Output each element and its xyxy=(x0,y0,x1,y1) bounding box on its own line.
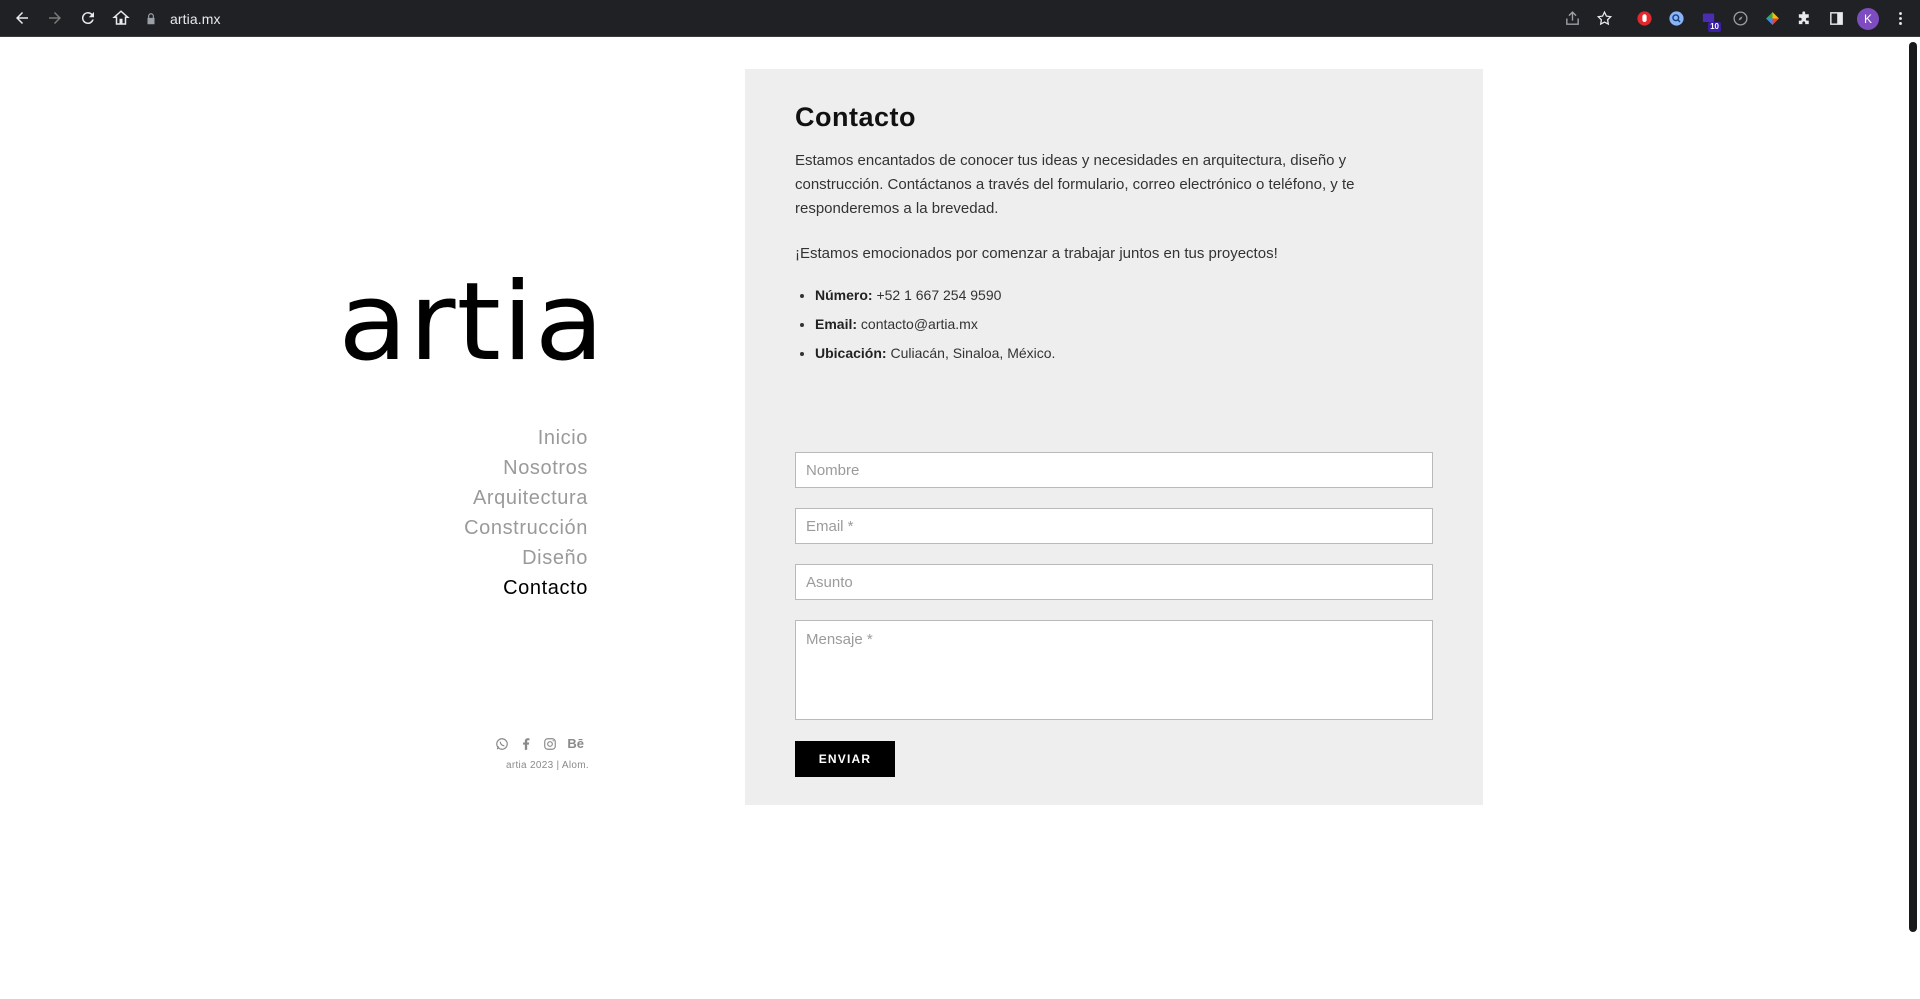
lock-icon xyxy=(147,13,155,25)
color-wheel-icon xyxy=(1765,12,1779,25)
compass-icon xyxy=(1732,11,1748,26)
name-input[interactable] xyxy=(795,452,1433,488)
side-panel-icon xyxy=(1829,12,1843,25)
page-scrollbar[interactable] xyxy=(1906,38,1920,999)
menu-item-construccion[interactable]: Construcción xyxy=(464,513,588,543)
social-links: Bē xyxy=(495,736,584,751)
url-text: artia.mx xyxy=(170,11,221,27)
scrollbar-thumb[interactable] xyxy=(1909,42,1917,932)
contact-email-value: contacto@artia.mx xyxy=(860,316,978,332)
puzzle-icon xyxy=(1798,11,1809,25)
main-menu: Inicio Nosotros Arquitectura Construcció… xyxy=(464,423,588,603)
reload-button[interactable] xyxy=(72,2,104,34)
page-title: Contacto xyxy=(795,102,916,132)
message-textarea[interactable] xyxy=(795,620,1433,720)
profile-button[interactable]: K xyxy=(1852,3,1884,35)
email-input[interactable] xyxy=(795,508,1433,544)
bookmark-button[interactable] xyxy=(1588,3,1620,35)
contact-panel: Contacto Estamos encantados de conocer t… xyxy=(745,69,1483,805)
contact-phone-value: +52 1 667 254 9590 xyxy=(876,287,1002,303)
extension-counter[interactable]: 10 xyxy=(1692,3,1724,35)
contact-location-value: Culiacán, Sinaloa, México. xyxy=(890,345,1056,361)
extension-adblock[interactable] xyxy=(1628,3,1660,35)
extension-color-picker[interactable] xyxy=(1756,3,1788,35)
extension-badge: 10 xyxy=(1708,21,1721,32)
menu-item-nosotros[interactable]: Nosotros xyxy=(464,453,588,483)
submit-button[interactable]: ENVIAR xyxy=(795,741,895,777)
browser-toolbar: artia.mx 10 K xyxy=(0,0,1920,37)
facebook-icon[interactable] xyxy=(519,737,533,751)
contact-email-label: Email: xyxy=(815,316,858,332)
forward-button[interactable] xyxy=(39,2,71,34)
page: artia Inicio Nosotros Arquitectura Const… xyxy=(0,38,1906,999)
intro-text-2: ¡Estamos emocionados por comenzar a trab… xyxy=(795,245,1278,262)
home-icon xyxy=(112,10,130,25)
copyright: artia 2023 | Alom. xyxy=(505,760,589,771)
reload-icon xyxy=(81,12,94,25)
contact-location: Ubicación: Culiacán, Sinaloa, México. xyxy=(815,339,1055,368)
logo-text: artia xyxy=(338,260,605,385)
intro-text: Estamos encantados de conocer tus ideas … xyxy=(795,152,1355,217)
menu-item-arquitectura[interactable]: Arquitectura xyxy=(464,483,588,513)
extension-search[interactable] xyxy=(1660,3,1692,35)
arrow-left-icon xyxy=(16,12,28,24)
contact-phone-label: Número: xyxy=(815,287,873,303)
toolbar-right: 10 K xyxy=(1556,0,1920,37)
share-button[interactable] xyxy=(1556,3,1588,35)
behance-icon[interactable]: Bē xyxy=(567,736,584,751)
extension-compass[interactable] xyxy=(1724,3,1756,35)
menu-item-inicio[interactable]: Inicio xyxy=(464,423,588,453)
contact-phone: Número: +52 1 667 254 9590 xyxy=(815,281,1055,310)
menu-item-diseno[interactable]: Diseño xyxy=(464,543,588,573)
extensions-button[interactable] xyxy=(1788,3,1820,35)
site-logo[interactable]: artia xyxy=(338,269,605,377)
side-panel-button[interactable] xyxy=(1820,3,1852,35)
contact-location-label: Ubicación: xyxy=(815,345,887,361)
menu-button[interactable] xyxy=(1884,3,1916,35)
subject-input[interactable] xyxy=(795,564,1433,600)
share-icon xyxy=(1565,11,1579,25)
back-button[interactable] xyxy=(6,2,38,34)
contact-email: Email: contacto@artia.mx xyxy=(815,310,1055,339)
home-button[interactable] xyxy=(105,2,137,34)
arrow-right-icon xyxy=(49,12,61,24)
instagram-icon[interactable] xyxy=(543,737,557,751)
star-icon xyxy=(1596,10,1612,26)
menu-item-contacto[interactable]: Contacto xyxy=(464,573,588,603)
stop-hand-icon xyxy=(1636,11,1652,26)
address-bar[interactable]: artia.mx xyxy=(144,6,221,32)
magnifier-icon xyxy=(1668,11,1684,26)
kebab-menu-icon xyxy=(1898,12,1902,25)
whatsapp-icon[interactable] xyxy=(495,737,509,751)
avatar: K xyxy=(1857,7,1879,30)
contact-details: Número: +52 1 667 254 9590 Email: contac… xyxy=(815,281,1055,368)
